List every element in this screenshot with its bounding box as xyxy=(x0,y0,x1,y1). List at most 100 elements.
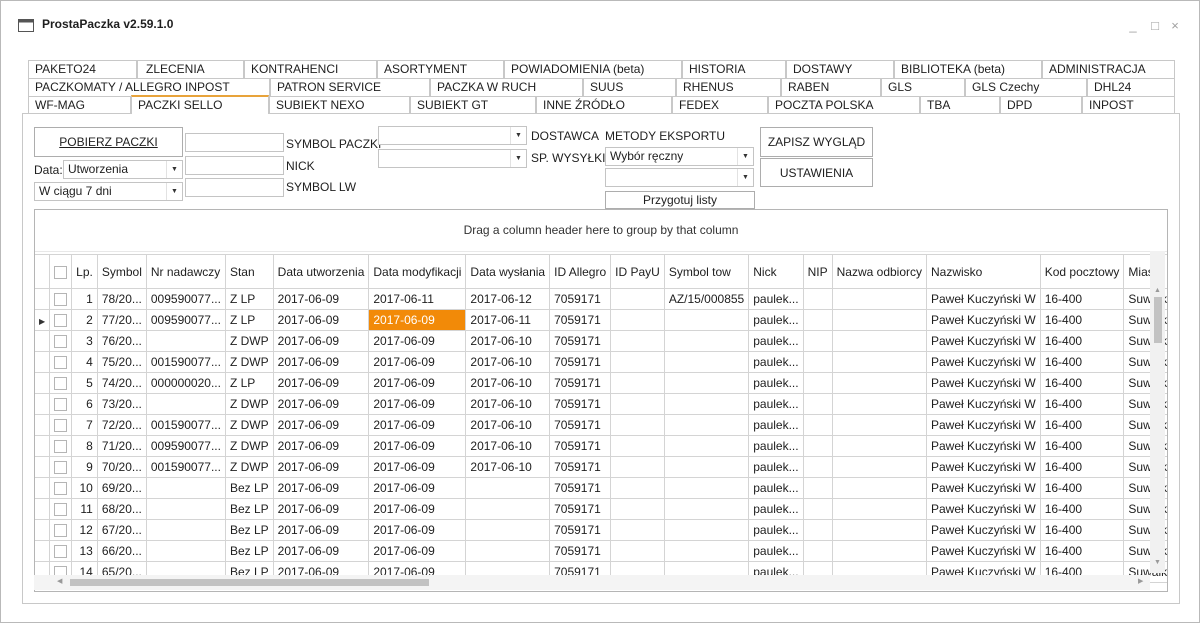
table-cell[interactable]: 7 xyxy=(71,414,98,436)
fetch-parcels-button[interactable]: POBIERZ PACZKI xyxy=(34,127,183,157)
table-cell[interactable] xyxy=(146,540,226,562)
table-cell[interactable]: Paweł Kuczyński W xyxy=(926,456,1041,478)
tab-dhl24[interactable]: DHL24 xyxy=(1087,78,1175,96)
row-checkbox-cell[interactable] xyxy=(49,456,73,478)
table-cell[interactable] xyxy=(610,435,665,457)
table-cell[interactable]: 7059171 xyxy=(549,309,612,331)
table-row[interactable]: 13 66/20... Bez LP 2017-06-09 2017-06-09 7059… xyxy=(35,540,1167,562)
table-row[interactable]: 1 78/20... 009590077... Z LP 2017-06-09 2017-… xyxy=(35,288,1167,310)
table-cell[interactable] xyxy=(803,288,833,310)
table-cell[interactable]: 16-400 xyxy=(1040,288,1125,310)
table-cell[interactable] xyxy=(664,477,750,499)
column-header[interactable]: NIP xyxy=(803,254,833,289)
table-cell[interactable]: paulek... xyxy=(748,309,804,331)
chevron-down-icon[interactable]: ▼ xyxy=(737,148,753,165)
table-cell[interactable]: paulek... xyxy=(748,435,804,457)
table-cell[interactable]: Bez LP xyxy=(225,477,274,499)
table-cell[interactable] xyxy=(664,351,750,373)
table-cell[interactable]: 6 xyxy=(71,393,98,415)
tab-subiekt-gt[interactable]: SUBIEKT GT xyxy=(410,96,536,114)
table-cell[interactable] xyxy=(610,519,665,541)
horizontal-scrollbar[interactable]: ◀ ▶ xyxy=(34,575,1150,590)
row-checkbox[interactable] xyxy=(54,377,68,391)
table-cell[interactable]: Z LP xyxy=(225,309,274,331)
tab-powiadomienia[interactable]: POWIADOMIENIA (beta) xyxy=(504,60,682,78)
tab-dostawy[interactable]: DOSTAWY xyxy=(786,60,894,78)
table-cell[interactable] xyxy=(803,498,833,520)
table-cell[interactable] xyxy=(610,456,665,478)
table-cell[interactable]: Bez LP xyxy=(225,498,274,520)
row-checkbox-cell[interactable] xyxy=(49,393,73,415)
column-header[interactable]: Lp. xyxy=(71,254,98,289)
table-cell[interactable] xyxy=(803,414,833,436)
table-cell[interactable]: 009590077... xyxy=(146,435,226,457)
table-cell[interactable]: paulek... xyxy=(748,288,804,310)
tab-asortyment[interactable]: ASORTYMENT xyxy=(377,60,504,78)
table-row[interactable]: 7 72/20... 001590077... Z DWP 2017-06-09 2017… xyxy=(35,414,1167,436)
table-cell[interactable]: 16-400 xyxy=(1040,435,1125,457)
table-cell[interactable]: 3 xyxy=(71,330,98,352)
table-cell[interactable]: Paweł Kuczyński W xyxy=(926,351,1041,373)
symbol-lw-input[interactable] xyxy=(185,178,284,197)
table-cell[interactable] xyxy=(610,540,665,562)
vertical-scroll-thumb[interactable] xyxy=(1154,297,1162,343)
table-cell[interactable]: 2017-06-09 xyxy=(273,351,370,373)
table-cell[interactable]: 16-400 xyxy=(1040,456,1125,478)
table-cell[interactable]: paulek... xyxy=(748,351,804,373)
table-cell[interactable] xyxy=(803,351,833,373)
table-cell[interactable] xyxy=(610,288,665,310)
table-cell[interactable]: 2017-06-09 xyxy=(273,309,370,331)
tab-historia[interactable]: HISTORIA xyxy=(682,60,786,78)
table-cell[interactable] xyxy=(664,435,750,457)
tab-rhenus[interactable]: RHENUS xyxy=(676,78,781,96)
row-checkbox-cell[interactable] xyxy=(49,477,73,499)
table-cell[interactable]: 16-400 xyxy=(1040,351,1125,373)
table-cell[interactable]: Paweł Kuczyński W xyxy=(926,540,1041,562)
metoda-eksportu-option-select[interactable]: ▼ xyxy=(605,168,754,187)
column-header[interactable]: ID PayU xyxy=(610,254,665,289)
table-cell[interactable]: 7059171 xyxy=(549,372,612,394)
nick-input[interactable] xyxy=(185,156,284,175)
table-cell[interactable]: 7059171 xyxy=(549,498,612,520)
table-cell[interactable]: 7059171 xyxy=(549,351,612,373)
table-row[interactable]: 8 71/20... 009590077... Z DWP 2017-06-09 2017… xyxy=(35,435,1167,457)
table-cell[interactable]: 001590077... xyxy=(146,456,226,478)
row-checkbox[interactable] xyxy=(54,482,68,496)
scroll-down-icon[interactable]: ▼ xyxy=(1154,559,1161,566)
column-header[interactable]: Stan xyxy=(225,254,274,289)
table-cell[interactable]: 7059171 xyxy=(549,540,612,562)
table-cell[interactable]: 2017-06-09 xyxy=(273,288,370,310)
tab-biblioteka[interactable]: BIBLIOTEKA (beta) xyxy=(894,60,1042,78)
table-cell[interactable]: 2017-06-10 xyxy=(465,351,551,373)
table-cell[interactable]: 16-400 xyxy=(1040,330,1125,352)
table-cell[interactable]: 7059171 xyxy=(549,330,612,352)
tab-paczkomaty-allegro-inpost[interactable]: PACZKOMATY / ALLEGRO INPOST xyxy=(28,78,270,96)
table-cell[interactable] xyxy=(664,393,750,415)
chevron-down-icon[interactable]: ▼ xyxy=(737,169,753,186)
table-cell[interactable] xyxy=(465,540,551,562)
table-cell[interactable]: 1 xyxy=(71,288,98,310)
table-cell[interactable]: paulek... xyxy=(748,456,804,478)
table-cell[interactable]: paulek... xyxy=(748,393,804,415)
table-cell[interactable]: 2017-06-10 xyxy=(465,372,551,394)
chevron-down-icon[interactable]: ▼ xyxy=(510,150,526,167)
tab-tba[interactable]: TBA xyxy=(920,96,1000,114)
table-cell[interactable] xyxy=(832,393,928,415)
table-cell[interactable] xyxy=(465,498,551,520)
table-cell[interactable]: Paweł Kuczyński W xyxy=(926,288,1041,310)
table-cell[interactable]: Z DWP xyxy=(225,330,274,352)
column-header[interactable]: Nazwa odbiorcy xyxy=(832,254,928,289)
table-cell[interactable]: 2017-06-09 xyxy=(273,477,370,499)
table-cell[interactable]: AZ/15/000855 xyxy=(664,288,750,310)
table-cell[interactable]: 2017-06-09 xyxy=(273,393,370,415)
row-checkbox-cell[interactable] xyxy=(49,288,73,310)
scroll-left-icon[interactable]: ◀ xyxy=(57,577,62,585)
tab-subiekt-nexo[interactable]: SUBIEKT NEXO xyxy=(269,96,410,114)
table-cell[interactable]: 2017-06-09 xyxy=(368,435,467,457)
table-cell[interactable] xyxy=(832,498,928,520)
table-cell[interactable]: Z DWP xyxy=(225,435,274,457)
table-cell[interactable]: 8 xyxy=(71,435,98,457)
table-cell[interactable]: 4 xyxy=(71,351,98,373)
table-cell[interactable]: Paweł Kuczyński W xyxy=(926,435,1041,457)
select-all-checkbox[interactable] xyxy=(54,265,68,279)
